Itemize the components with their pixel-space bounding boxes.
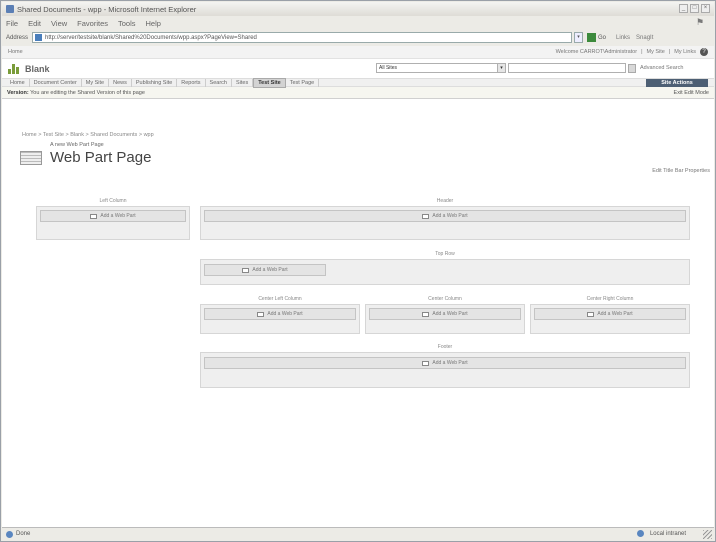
nav-tab-publishing-site[interactable]: Publishing Site <box>132 78 178 87</box>
address-dropdown[interactable]: ▾ <box>574 32 584 43</box>
add-web-part-icon <box>90 213 98 219</box>
links-button[interactable]: Links <box>616 35 630 41</box>
help-icon[interactable]: ? <box>700 48 708 56</box>
page-content: Home Welcome CARROT\Administrator | My S… <box>2 46 714 527</box>
add-web-part-icon <box>422 311 430 317</box>
center-left-column-title: Center Left Column <box>258 296 302 302</box>
menu-file[interactable]: File <box>6 19 18 28</box>
page-header: A new Web Part Page Web Part Page <box>20 142 151 166</box>
windows-flag-icon: ⚑ <box>696 17 705 27</box>
page-icon <box>35 34 43 41</box>
search-area: All Sites ▾ Advanced Search <box>376 63 683 73</box>
ie-icon <box>6 5 14 13</box>
add-web-part-left-button[interactable]: Add a Web Part <box>40 210 186 222</box>
nav-tab-sites[interactable]: Sites <box>232 78 254 87</box>
go-label: Go <box>598 34 607 41</box>
nav-tab-test-site[interactable]: Test Site <box>253 77 286 88</box>
security-zone: Local intranet <box>636 530 686 537</box>
add-web-part-icon <box>242 267 250 273</box>
welcome-menu[interactable]: Welcome CARROT\Administrator <box>556 49 638 55</box>
menu-view[interactable]: View <box>51 19 67 28</box>
menu-edit[interactable]: Edit <box>28 19 41 28</box>
page-status-icon <box>6 530 13 538</box>
nav-tab-test-page[interactable]: Test Page <box>286 78 320 87</box>
add-web-part-icon <box>422 360 430 366</box>
status-bar: Done Local intranet <box>2 527 714 540</box>
top-row-title: Top Row <box>435 251 455 257</box>
window-controls: _ □ × <box>679 4 710 13</box>
address-input[interactable]: http://server/testsite/blank/Shared%20Do… <box>32 32 573 43</box>
site-logo-icon <box>8 63 22 74</box>
left-column-title: Left Column <box>99 198 127 204</box>
title-bar: Shared Documents - wpp - Microsoft Inter… <box>2 2 714 16</box>
version-bar: Version: You are editing the Shared Vers… <box>2 87 714 99</box>
address-bar: Address http://server/testsite/blank/Sha… <box>2 30 714 45</box>
resize-grip[interactable] <box>703 530 712 539</box>
add-web-part-center-button[interactable]: Add a Web Part <box>369 308 521 320</box>
add-web-part-icon <box>422 213 430 219</box>
add-web-part-footer-button[interactable]: Add a Web Part <box>204 357 686 369</box>
add-web-part-center-right-button[interactable]: Add a Web Part <box>534 308 686 320</box>
top-nav: Home Document Center My Site News Publis… <box>2 77 714 88</box>
my-links-menu[interactable]: My Links <box>674 49 696 55</box>
sharepoint-top-bar: Home Welcome CARROT\Administrator | My S… <box>2 46 714 59</box>
footer-zone-title: Footer <box>437 344 453 350</box>
go-button[interactable]: Go <box>587 33 606 42</box>
header-zone-title: Header <box>436 198 454 204</box>
advanced-search-link[interactable]: Advanced Search <box>640 65 683 71</box>
center-column-title: Center Column <box>428 296 462 302</box>
menu-bar: File Edit View Favorites Tools Help ⚑ <box>2 16 714 30</box>
maximize-button[interactable]: □ <box>690 4 699 13</box>
nav-tab-document-center[interactable]: Document Center <box>30 78 82 87</box>
nav-tab-search[interactable]: Search <box>206 78 232 87</box>
address-label: Address <box>6 34 29 41</box>
status-text: Done <box>16 531 31 537</box>
chevron-down-icon: ▾ <box>497 64 505 72</box>
window-title: Shared Documents - wpp - Microsoft Inter… <box>17 4 197 14</box>
page-title: Web Part Page <box>50 149 152 166</box>
center-right-column-title: Center Right Column <box>586 296 634 302</box>
page-subtitle: A new Web Part Page <box>50 142 104 148</box>
search-scope-select[interactable]: All Sites ▾ <box>376 63 506 73</box>
add-web-part-header-button[interactable]: Add a Web Part <box>204 210 686 222</box>
site-actions-button[interactable]: Site Actions <box>646 79 708 87</box>
menu-tools[interactable]: Tools <box>118 19 136 28</box>
version-label: Version: <box>7 89 29 96</box>
add-web-part-icon <box>587 311 595 317</box>
web-part-page-icon <box>20 151 42 165</box>
nav-tab-news[interactable]: News <box>109 78 132 87</box>
go-arrow-icon <box>587 33 597 42</box>
home-link[interactable]: Home <box>8 49 23 55</box>
version-text: You are editing the Shared Version of th… <box>30 89 145 96</box>
edit-title-bar-link[interactable]: Edit Title Bar Properties <box>652 168 710 174</box>
search-go-button[interactable] <box>628 63 636 73</box>
add-web-part-top-row-button[interactable]: Add a Web Part <box>204 264 326 276</box>
close-button[interactable]: × <box>701 4 710 13</box>
site-name[interactable]: Blank <box>25 64 50 74</box>
minimize-button[interactable]: _ <box>679 4 688 13</box>
nav-tab-home[interactable]: Home <box>6 78 30 87</box>
site-header: Blank All Sites ▾ Advanced Search <box>2 59 714 78</box>
nav-tab-reports[interactable]: Reports <box>177 78 206 87</box>
breadcrumb[interactable]: Home > Test Site > Blank > Shared Docume… <box>22 132 154 138</box>
my-site-link[interactable]: My Site <box>647 49 665 55</box>
add-web-part-icon <box>257 311 265 317</box>
nav-tab-my-site[interactable]: My Site <box>82 78 110 87</box>
snagit-button[interactable]: SnagIt <box>636 35 653 41</box>
browser-window: Shared Documents - wpp - Microsoft Inter… <box>0 0 716 542</box>
add-web-part-center-left-button[interactable]: Add a Web Part <box>204 308 356 320</box>
search-input[interactable] <box>508 63 626 73</box>
exit-edit-mode-link[interactable]: Exit Edit Mode <box>674 90 709 96</box>
menu-help[interactable]: Help <box>146 19 161 28</box>
menu-favorites[interactable]: Favorites <box>77 19 108 28</box>
address-url: http://server/testsite/blank/Shared%20Do… <box>45 34 257 41</box>
intranet-icon <box>636 530 644 537</box>
